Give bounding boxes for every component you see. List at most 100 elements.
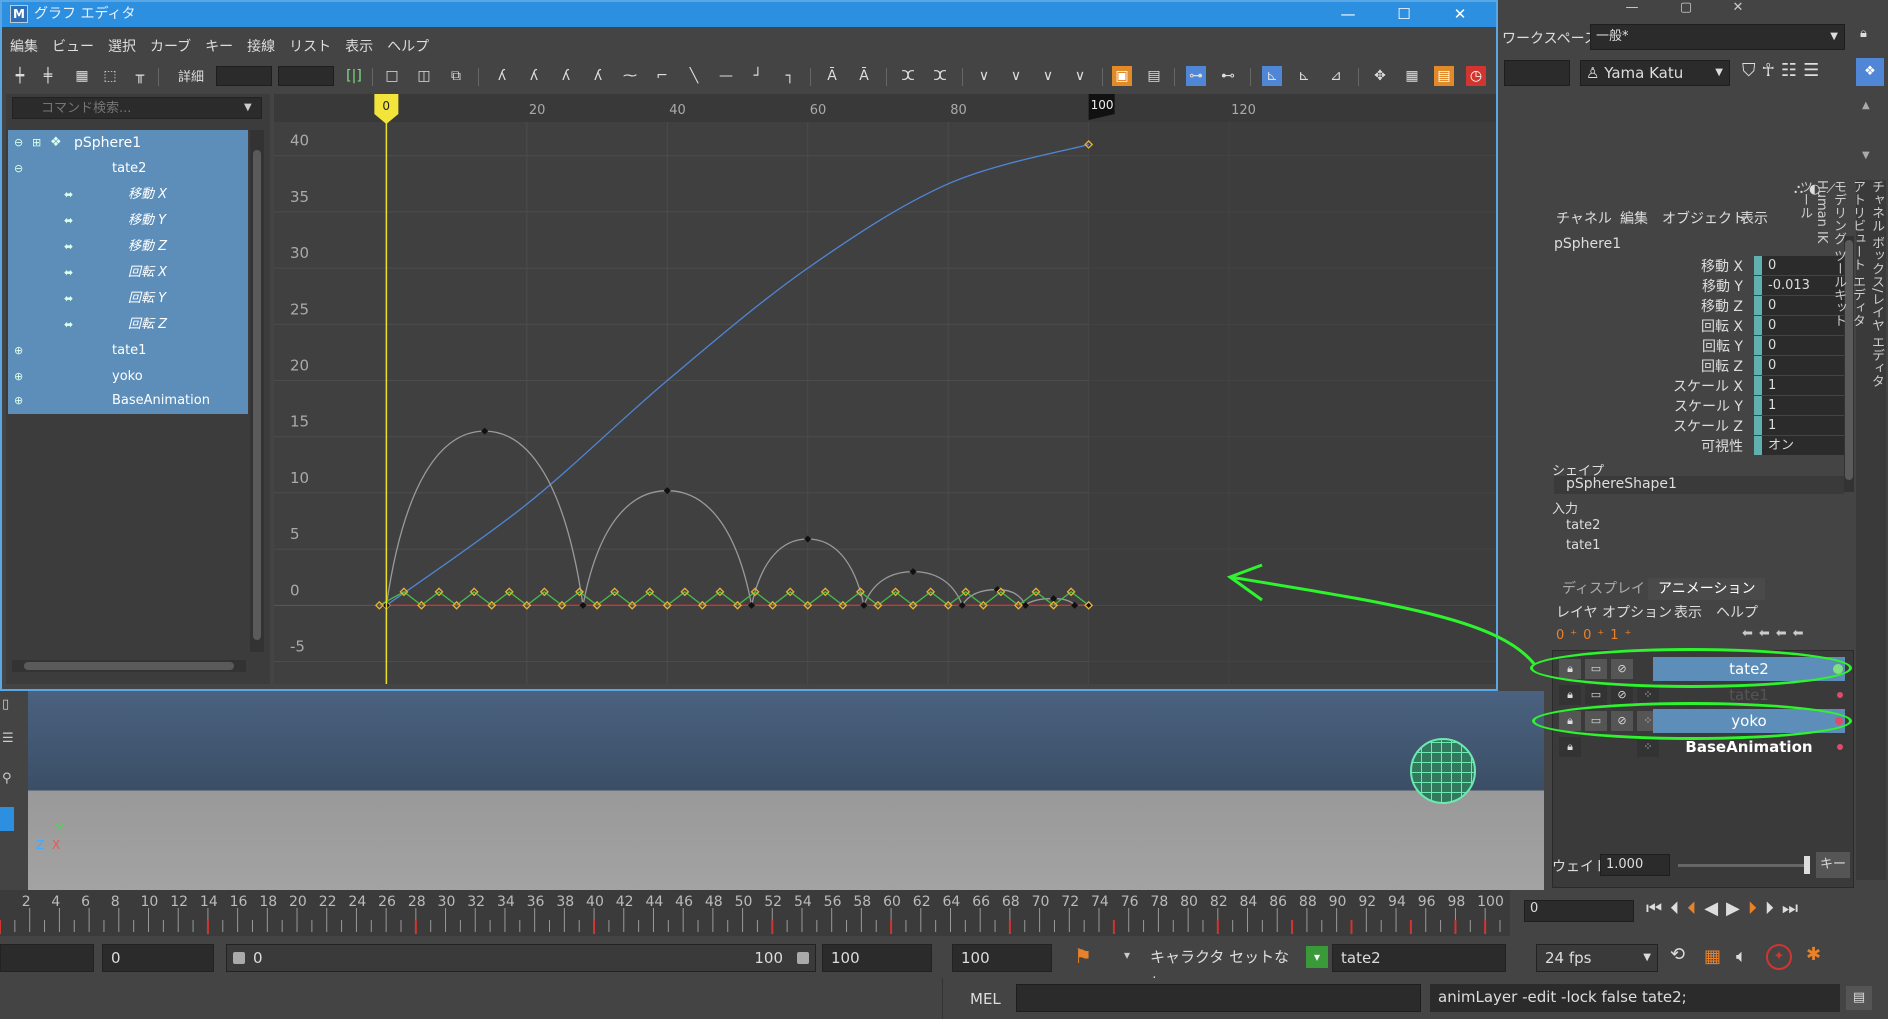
weight-field[interactable]: 1.000 bbox=[1600, 854, 1670, 876]
expand-icon[interactable]: ⊕ bbox=[14, 364, 23, 390]
command-search[interactable] bbox=[12, 97, 262, 119]
menu-curves[interactable]: カーブ bbox=[142, 34, 197, 60]
scroll-up-icon[interactable]: ▲ bbox=[1862, 100, 1870, 111]
step-forward-frame-icon[interactable]: ⏵ bbox=[1765, 898, 1774, 919]
maximize-icon[interactable]: ▢ bbox=[1664, 0, 1708, 20]
menu-keys[interactable]: キー bbox=[197, 34, 239, 60]
tree-item-yoko[interactable]: ⊕ yoko bbox=[8, 364, 248, 390]
key-stats-icon[interactable]: [|] bbox=[344, 66, 364, 86]
view-icon[interactable]: ▯ bbox=[2, 697, 9, 712]
layer-menu-layers[interactable]: レイヤ bbox=[1556, 602, 1598, 622]
flat-tangent-icon[interactable]: ⁓ bbox=[620, 66, 640, 86]
denormalize-icon[interactable]: ⊾ bbox=[1294, 66, 1314, 86]
free-tangent-weight-icon[interactable]: ∨ bbox=[974, 66, 994, 86]
character-icon[interactable]: ✱ bbox=[1806, 944, 1821, 965]
step-tangent-icon[interactable]: ⌐ bbox=[652, 66, 672, 86]
menu-show[interactable]: 表示 bbox=[337, 34, 379, 60]
workspace-select[interactable]: 一般* ▼ bbox=[1590, 24, 1845, 50]
menu-select[interactable]: 選択 bbox=[100, 34, 142, 60]
menu-list[interactable]: リスト bbox=[281, 34, 337, 60]
step-back-frame-icon[interactable]: ⏴ bbox=[1670, 898, 1679, 919]
time-slider-ruler[interactable]: 2 4 6 8 10 12 14 16 18 20 22 24 26 28 30 32 34 36 38 40 42 44… bbox=[0, 890, 1510, 936]
step-prev-icon[interactable]: ┐ bbox=[780, 66, 800, 86]
psphere-object[interactable] bbox=[1410, 738, 1476, 804]
frame-selection-icon[interactable]: ◫ bbox=[414, 66, 434, 86]
tree-item-baseanimation[interactable]: ⊕ BaseAnimation bbox=[8, 388, 248, 414]
stats-field-value[interactable] bbox=[278, 66, 334, 86]
search-icon[interactable]: ⚲ bbox=[2, 771, 12, 786]
dope-sheet-icon[interactable]: ▦ bbox=[1402, 66, 1422, 86]
layer-menu-show[interactable]: 表示 bbox=[1674, 602, 1702, 622]
tree-item-translate-y[interactable]: ⬌ 移動 Y bbox=[8, 208, 248, 234]
tree-item-rotate-y[interactable]: ⬌ 回転 Y bbox=[8, 286, 248, 312]
side-tab-tools[interactable]: ツール bbox=[1795, 180, 1814, 840]
tree-item-psphere1[interactable]: ⊖ ⊞ ❖ pSphere1 bbox=[8, 130, 248, 156]
range-slider-start-handle[interactable] bbox=[233, 952, 245, 964]
collapse-icon[interactable]: ⊖ bbox=[14, 156, 23, 182]
step-forward-key-icon[interactable]: ⏵ bbox=[1748, 898, 1757, 919]
character-set-select[interactable]: キャラクタ セットなし bbox=[1142, 944, 1292, 992]
end-time-field[interactable]: 100 bbox=[822, 944, 932, 972]
clamped-tangent-icon[interactable]: ʎ bbox=[556, 66, 576, 86]
lock-icon[interactable]: 🔒︎ bbox=[1860, 26, 1867, 41]
tree-item-rotate-x[interactable]: ⬌ 回転 X bbox=[8, 260, 248, 286]
anim-end-field[interactable]: 100 bbox=[952, 944, 1052, 972]
side-tab-human-ik[interactable]: Human IK bbox=[1814, 180, 1829, 840]
side-tab-attribute-editor[interactable]: アトリビュート エディタ bbox=[1848, 180, 1867, 840]
range-slider[interactable]: 0 100 bbox=[226, 944, 816, 972]
menu-help[interactable]: ヘルプ bbox=[379, 34, 435, 60]
weight-slider-handle[interactable] bbox=[1804, 856, 1810, 874]
weight-slider[interactable] bbox=[1678, 864, 1808, 867]
weighted-tangent-icon[interactable]: ∨ bbox=[1038, 66, 1058, 86]
menu-tangents[interactable]: 接線 bbox=[239, 34, 281, 60]
lattice-icon[interactable]: ▦ bbox=[72, 66, 92, 86]
linear-tangent-icon[interactable]: ʎ bbox=[588, 66, 608, 86]
mute-icon[interactable]: ⊘ bbox=[1611, 685, 1633, 705]
expand-icon[interactable]: ⊕ bbox=[14, 388, 23, 414]
close-icon[interactable]: ✕ bbox=[1432, 2, 1488, 27]
stats-field-time[interactable] bbox=[216, 66, 272, 86]
tree-item-translate-x[interactable]: ⬌ 移動 X bbox=[8, 182, 248, 208]
value-snap-icon[interactable]: ⊷ bbox=[1218, 66, 1238, 86]
tab-display[interactable]: ディスプレイ bbox=[1552, 578, 1655, 600]
script-editor-icon[interactable]: ▤ bbox=[1846, 986, 1872, 1010]
buffer-curve-icon[interactable]: Ā bbox=[822, 66, 842, 86]
channel-menu-edit[interactable]: 編集 bbox=[1620, 208, 1648, 228]
maximize-icon[interactable]: ☐ bbox=[1376, 2, 1432, 27]
sound-icon[interactable]: 🔈︎ bbox=[1736, 946, 1747, 967]
toolkit-icon[interactable]: ❖ bbox=[1856, 58, 1884, 86]
time-slider[interactable]: 2 4 6 8 10 12 14 16 18 20 22 24 26 28 30 32 34 36 38 40 42 44… bbox=[0, 890, 1510, 936]
input-item-tate2[interactable]: tate2 bbox=[1566, 518, 1600, 533]
insert-key-icon[interactable]: ╪ bbox=[38, 66, 58, 86]
chevron-down-icon[interactable]: ▾ bbox=[1124, 948, 1130, 962]
unify-tangent-icon[interactable]: ⵋ bbox=[930, 66, 950, 86]
non-weighted-tangent-icon[interactable]: ∨ bbox=[1070, 66, 1090, 86]
3d-viewport[interactable] bbox=[0, 691, 1544, 890]
frame-all-icon[interactable]: □ bbox=[382, 66, 402, 86]
lock-icon[interactable]: 🔒︎ bbox=[1559, 685, 1581, 705]
side-tab-modeling-toolkit[interactable]: モデリング ツールキット bbox=[1829, 180, 1848, 840]
step-back-key-icon[interactable]: ⏴ bbox=[1687, 898, 1696, 919]
minimize-icon[interactable]: — bbox=[1320, 2, 1376, 27]
loop-icon[interactable]: ⟲ bbox=[1670, 944, 1695, 965]
range-slider-end-handle[interactable] bbox=[797, 952, 809, 964]
fps-select[interactable]: 24 fps ▼ bbox=[1536, 944, 1658, 972]
auto-key-icon[interactable]: ⚑ bbox=[1074, 944, 1092, 968]
solo-icon[interactable]: ▭ bbox=[1585, 685, 1607, 705]
lock-icon[interactable]: 🔒︎ bbox=[1559, 737, 1581, 757]
absolute-view-icon[interactable]: ⊿ bbox=[1326, 66, 1346, 86]
channel-menu-show[interactable]: 表示 bbox=[1740, 208, 1768, 228]
anim-prefs-icon[interactable]: ✦ bbox=[1766, 944, 1792, 970]
list-icon[interactable]: ☰ bbox=[2, 731, 14, 746]
play-backwards-icon[interactable]: ◀ bbox=[1704, 898, 1718, 919]
menu-edit[interactable]: 編集 bbox=[2, 34, 44, 60]
normalize-icon[interactable]: ⊾ bbox=[1262, 66, 1282, 86]
load-selected-icon[interactable]: ▤ bbox=[1144, 66, 1164, 86]
start-time-field[interactable]: 0 bbox=[102, 944, 214, 972]
swap-buffer-icon[interactable]: Ā bbox=[854, 66, 874, 86]
channel-menu-channels[interactable]: チャネル bbox=[1556, 208, 1612, 228]
plateau-tangent-icon[interactable]: ╲ bbox=[684, 66, 704, 86]
tree-item-tate2[interactable]: ⊖ tate2 bbox=[8, 156, 248, 182]
lock-tangent-weight-icon[interactable]: ∨ bbox=[1006, 66, 1026, 86]
frame-playback-icon[interactable]: ⧉ bbox=[446, 66, 466, 86]
